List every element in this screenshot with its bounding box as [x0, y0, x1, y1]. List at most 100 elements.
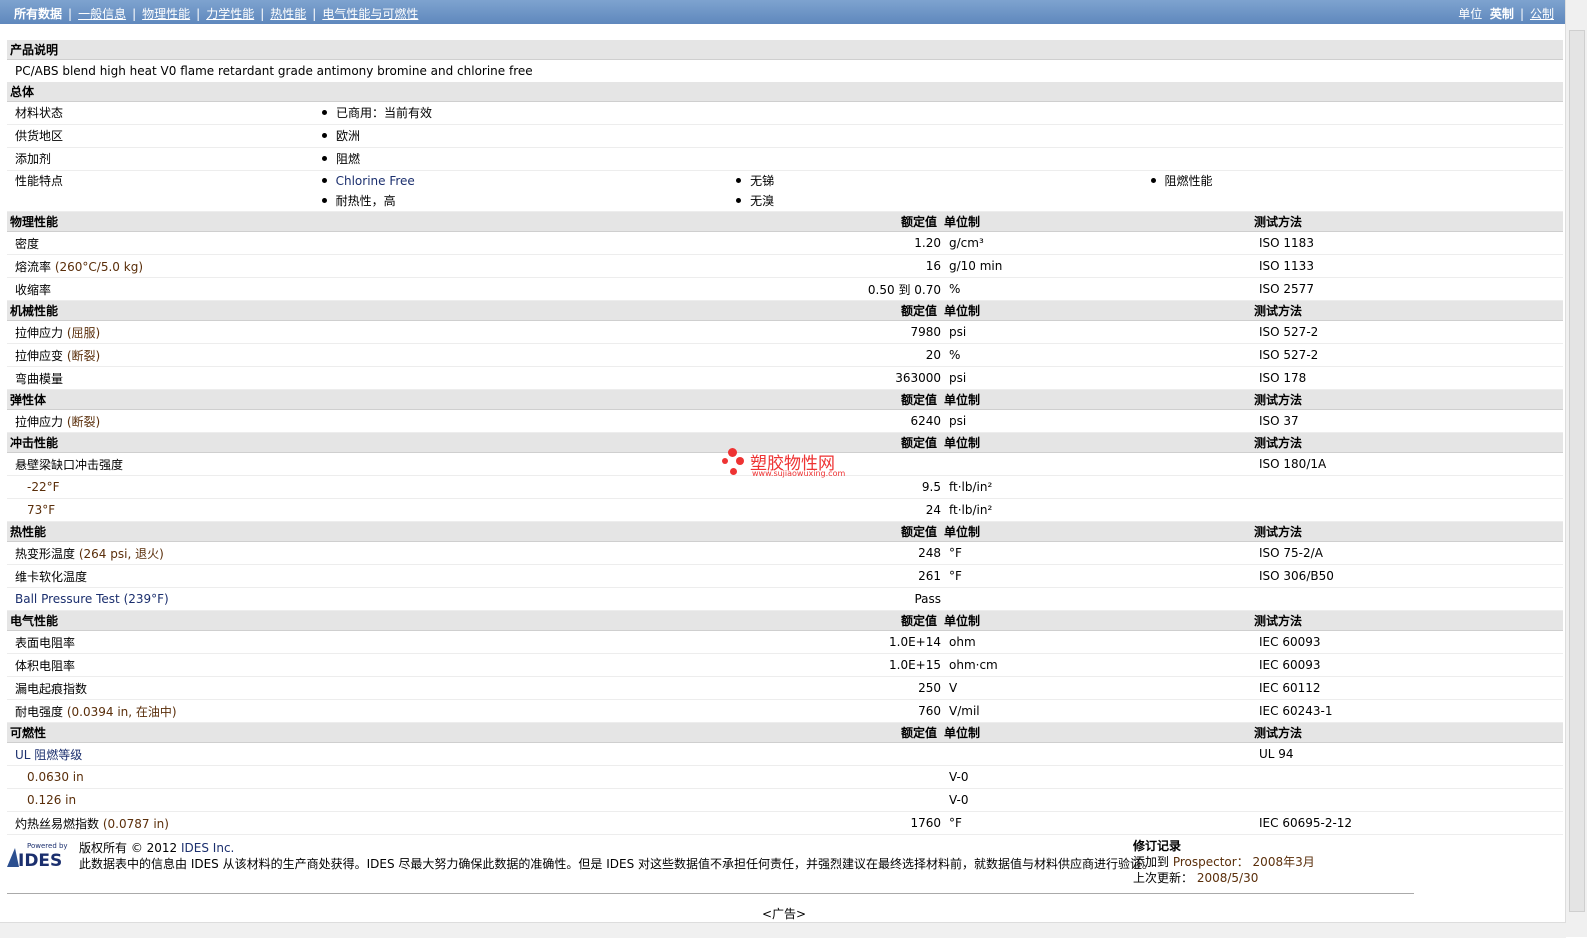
general-label: 供货地区: [15, 129, 64, 143]
features-col2: 无锑 无溴: [734, 171, 1148, 211]
tab-physical[interactable]: 物理性能: [142, 7, 190, 21]
general-value-text: 阻燃: [336, 152, 361, 166]
property-value: [635, 742, 941, 766]
property-name-cell: 73°F: [7, 498, 635, 522]
property-value: 261: [635, 564, 941, 588]
property-row: 密度 1.20 g/cm³ ISO 1183: [7, 231, 1563, 255]
property-name-cell: 灼热丝易燃指数 (0.0787 in): [7, 811, 635, 835]
property-name-cell: 密度: [7, 231, 635, 255]
bullet-icon: [322, 133, 327, 138]
watermark-url: www.sujiaowuxing.com: [752, 469, 846, 478]
section-title: 总体: [7, 82, 1563, 102]
property-row: Ball Pressure Test (239°F) Pass: [7, 587, 1563, 611]
property-value: [635, 765, 941, 789]
units-imperial-link[interactable]: 英制: [1490, 7, 1514, 21]
property-name-cell: 热变形温度 (264 psi, 退火): [7, 541, 635, 565]
tab-thermal[interactable]: 热性能: [270, 7, 306, 21]
property-row: 维卡软化温度 261 °F ISO 306/B50: [7, 564, 1563, 588]
property-unit: ohm·cm: [941, 653, 1251, 677]
property-name-cell: 悬壁梁缺口冲击强度: [7, 452, 635, 476]
property-name: 弯曲模量: [15, 371, 64, 386]
property-value: 24: [635, 498, 941, 522]
feature-item: 阻燃性能: [1149, 171, 1563, 191]
property-unit: ft·lb/in²: [941, 475, 1251, 499]
tab-all-data[interactable]: 所有数据: [14, 7, 62, 21]
property-name-cell: Ball Pressure Test (239°F): [7, 587, 635, 611]
property-name-cell: 拉伸应力 (屈服): [7, 320, 635, 344]
section-title: 产品说明: [7, 40, 1563, 60]
bullet-icon: [736, 178, 742, 183]
property-name-cell: -22°F: [7, 475, 635, 499]
property-name: -22°F: [27, 480, 60, 494]
horizontal-scrollbar[interactable]: [0, 922, 1566, 938]
property-value: 0.50 到 0.70: [635, 277, 941, 301]
watermark-logo: 塑胶物性网 www.sujiaowuxing.com: [722, 446, 852, 482]
property-test-method: IEC 60093: [1251, 653, 1563, 677]
property-condition: (264 psi, 退火): [78, 546, 164, 561]
footer-divider: [7, 893, 1414, 894]
property-value: 16: [635, 254, 941, 278]
section-header: 热性能 额定值 单位制 测试方法: [7, 521, 1563, 542]
general-label: 材料状态: [15, 106, 64, 120]
vertical-scrollbar[interactable]: [1565, 0, 1587, 937]
general-row: 材料状态 已商用：当前有效: [7, 102, 1563, 125]
col-header-unit: 单位制: [941, 521, 1251, 542]
section-header: 物理性能 额定值 单位制 测试方法: [7, 212, 1563, 232]
property-name: 拉伸应力: [15, 414, 64, 429]
col-header-unit: 单位制: [941, 212, 1251, 232]
feature-text: 无溴: [750, 194, 775, 208]
copyright-text: 版权所有 © 2012: [79, 841, 178, 855]
property-row: 拉伸应力 (屈服) 7980 psi ISO 527-2: [7, 320, 1563, 344]
properties-table: 物理性能 额定值 单位制 测试方法 密度 1.20 g/cm³ ISO 1183 熔流率 (26…: [7, 212, 1563, 835]
property-unit: [941, 742, 1251, 766]
property-name: UL 阻燃等级: [15, 747, 83, 762]
property-test-method: ISO 306/B50: [1251, 564, 1563, 588]
general-value: 欧洲: [320, 125, 735, 147]
property-unit: V-0: [941, 765, 1251, 789]
ides-link[interactable]: IDES Inc.: [181, 841, 234, 855]
revision-title: 修订记录: [1133, 839, 1182, 853]
property-name-cell: 维卡软化温度: [7, 564, 635, 588]
property-name: 维卡软化温度: [15, 569, 88, 584]
property-value: 1.20: [635, 231, 941, 255]
scrollbar-thumb[interactable]: [1569, 30, 1585, 912]
section-title: 物理性能: [7, 212, 635, 232]
property-test-method: ISO 1133: [1251, 254, 1563, 278]
property-test-method: ISO 180/1A: [1251, 452, 1563, 476]
property-unit: ohm: [941, 630, 1251, 654]
disclaimer-text: 此数据表中的信息由 IDES 从该材料的生产商处获得。IDES 尽最大努力确保此…: [79, 857, 1155, 871]
property-unit: %: [941, 277, 1251, 301]
datasheet: 产品说明 PC/ABS blend high heat V0 flame ret…: [7, 40, 1563, 835]
property-name-cell: 0.0630 in: [7, 765, 635, 789]
property-test-method: IEC 60695-2-12: [1251, 811, 1563, 835]
col-header-test: 测试方法: [1251, 212, 1563, 232]
tab-general-info[interactable]: 一般信息: [78, 7, 126, 21]
general-row: 供货地区 欧洲: [7, 125, 1563, 148]
col-header-value: 额定值: [635, 610, 941, 631]
property-unit: [941, 452, 1251, 476]
property-test-method: IEC 60243-1: [1251, 699, 1563, 723]
updated-date: 2008/5/30: [1196, 871, 1259, 885]
features-col3: 阻燃性能: [1149, 171, 1563, 211]
property-name: 0.126 in: [27, 793, 77, 807]
general-value: 已商用：当前有效: [320, 102, 735, 124]
col-header-value: 额定值: [635, 722, 941, 743]
property-test-method: IEC 60112: [1251, 676, 1563, 700]
property-test-method: [1251, 788, 1563, 812]
property-name-cell: 0.126 in: [7, 788, 635, 812]
units-metric-link[interactable]: 公制: [1530, 7, 1554, 21]
property-unit: V/mil: [941, 699, 1251, 723]
section-title: 冲击性能: [7, 432, 635, 453]
property-name: 热变形温度: [15, 546, 76, 561]
property-name: 体积电阻率: [15, 658, 76, 673]
tab-electrical-flammability[interactable]: 电气性能与可燃性: [322, 7, 418, 21]
property-test-method: ISO 37: [1251, 409, 1563, 433]
bullet-icon: [736, 198, 742, 203]
section-title: 机械性能: [7, 300, 635, 321]
general-value: 阻燃: [320, 148, 735, 170]
unit-switcher: 单位 英制 | 公制: [1458, 7, 1554, 21]
feature-item: 耐热性，高: [320, 191, 734, 211]
data-tabs: 所有数据 | 一般信息 | 物理性能 | 力学性能 | 热性能 | 电气性能与可燃性: [14, 7, 419, 21]
tab-mechanical[interactable]: 力学性能: [206, 7, 254, 21]
property-name: 拉伸应力: [15, 325, 64, 340]
